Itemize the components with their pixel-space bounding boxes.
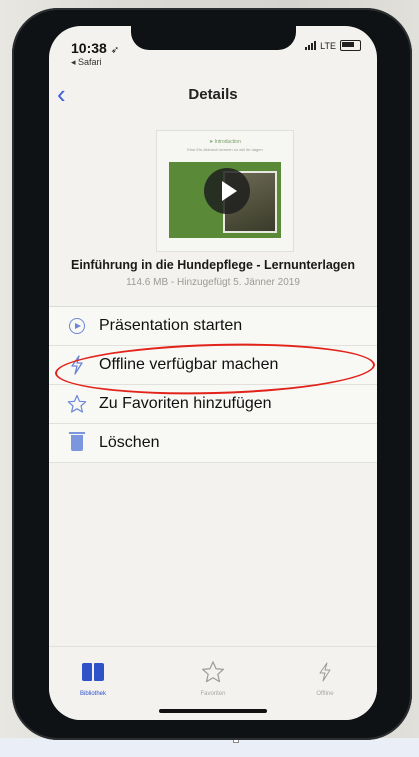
play-circle-icon <box>63 315 91 337</box>
tab-offline[interactable]: Offline <box>285 659 365 697</box>
tab-label: Favoriten <box>200 691 226 697</box>
video-thumbnail[interactable]: ➤ Introduction Eine Ein-Abbruch kennen z… <box>156 130 294 252</box>
menu-item-start-presentation[interactable]: Präsentation starten <box>49 307 377 346</box>
star-icon <box>173 659 253 685</box>
page-title: Details <box>188 86 238 103</box>
home-indicator[interactable] <box>159 709 267 713</box>
document-title: Einführung in die Hundepflege - Lernunte… <box>70 258 356 272</box>
tab-label: Bibliothek <box>79 691 106 697</box>
status-bar: 10:38 ➶ ◂ Safari LTE <box>49 26 377 76</box>
menu-item-label: Zu Favoriten hinzufügen <box>99 395 272 412</box>
back-to-safari[interactable]: ◂ Safari <box>71 57 102 68</box>
battery-icon <box>340 40 361 51</box>
status-time: 10:38 ➶ <box>71 40 119 56</box>
navigation-bar: ‹ Details <box>49 78 377 112</box>
location-arrow-icon: ➶ <box>110 45 120 56</box>
status-time-text: 10:38 <box>71 40 107 56</box>
notch <box>131 26 296 50</box>
play-icon[interactable] <box>204 168 250 214</box>
tab-library[interactable]: Bibliothek <box>53 659 133 697</box>
signal-icon <box>305 41 317 50</box>
star-icon <box>63 393 91 415</box>
menu-item-label: Löschen <box>99 434 160 451</box>
network-label: LTE <box>320 40 336 51</box>
menu-item-delete[interactable]: Löschen <box>49 424 377 463</box>
tab-favorites[interactable]: Favoriten <box>173 659 253 697</box>
bottom-strip <box>0 738 419 757</box>
menu-item-label: Präsentation starten <box>99 317 243 334</box>
status-indicators: LTE <box>305 40 361 51</box>
trash-icon <box>63 432 91 454</box>
tab-label: Offline <box>316 691 334 697</box>
phone-frame: 10:38 ➶ ◂ Safari LTE ‹ Details ➤ Introdu… <box>12 8 412 740</box>
lightning-icon <box>285 659 365 685</box>
thumbnail-subheading: Eine Ein-Abbruch kennen zu will Ihr dage… <box>187 147 263 152</box>
document-meta: 114.6 MB - Hinzugefügt 5. Jänner 2019 <box>126 277 300 288</box>
book-icon <box>53 659 133 685</box>
thumbnail-heading: ➤ Introduction <box>209 139 241 145</box>
phone-screen: 10:38 ➶ ◂ Safari LTE ‹ Details ➤ Introdu… <box>49 26 377 720</box>
